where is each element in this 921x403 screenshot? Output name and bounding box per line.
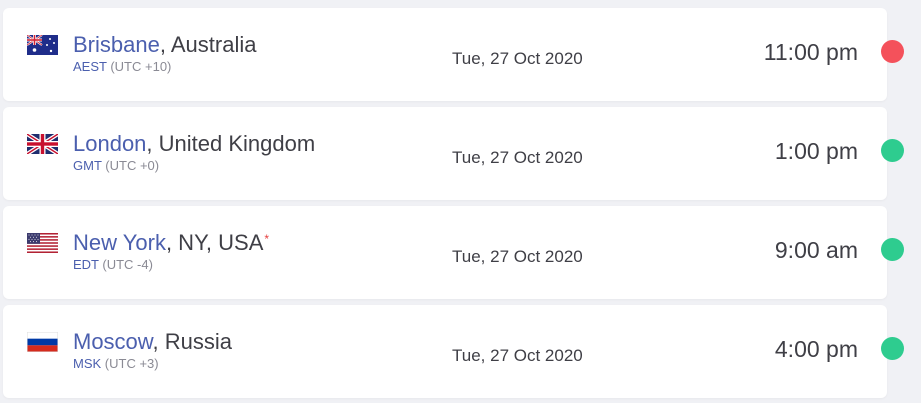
country-label: , Australia: [159, 32, 257, 57]
date-label: Tue, 27 Oct 2020: [452, 247, 583, 266]
country-label: , NY, USA: [165, 230, 264, 255]
time-label: 9:00 am: [774, 237, 858, 263]
date-label: Tue, 27 Oct 2020: [452, 148, 583, 167]
city-name-line: London, United Kingdom: [73, 131, 315, 157]
city-link[interactable]: London: [73, 131, 146, 156]
usa-flag-icon: [27, 233, 58, 253]
timezone-abbr[interactable]: AEST: [73, 59, 107, 74]
city-card-new-york: New York, NY, USA* EDT (UTC -4) Tue, 27 …: [3, 206, 904, 299]
timezone-line: GMT (UTC +0): [73, 158, 159, 173]
utc-offset: (UTC -4): [102, 257, 153, 272]
utc-offset: (UTC +10): [110, 59, 172, 74]
australia-flag-icon: [27, 35, 58, 55]
city-card-moscow: Moscow, Russia MSK (UTC +3) Tue, 27 Oct …: [3, 305, 904, 398]
city-card-brisbane: Brisbane, Australia AEST (UTC +10) Tue, …: [3, 8, 904, 101]
city-link[interactable]: Moscow: [73, 329, 152, 354]
city-name-line: Moscow, Russia: [73, 329, 232, 355]
city-link[interactable]: New York: [73, 230, 166, 255]
dst-asterisk: *: [264, 232, 270, 246]
timezone-line: EDT (UTC -4): [73, 257, 153, 272]
status-dot: [881, 139, 904, 162]
utc-offset: (UTC +0): [105, 158, 160, 173]
country-label: , Russia: [152, 329, 232, 354]
timezone-abbr[interactable]: GMT: [73, 158, 102, 173]
city-name-line: New York, NY, USA*: [73, 230, 269, 256]
timezone-abbr[interactable]: MSK: [73, 356, 101, 371]
timezone-line: MSK (UTC +3): [73, 356, 159, 371]
status-dot: [881, 238, 904, 261]
city-card-london: London, United Kingdom GMT (UTC +0) Tue,…: [3, 107, 904, 200]
time-label: 11:00 pm: [763, 39, 858, 65]
utc-offset: (UTC +3): [104, 356, 159, 371]
timezone-abbr[interactable]: EDT: [73, 257, 99, 272]
russia-flag-icon: [27, 332, 58, 352]
city-name-line: Brisbane, Australia: [73, 32, 256, 58]
status-dot: [881, 40, 904, 63]
country-label: , United Kingdom: [146, 131, 316, 156]
city-link[interactable]: Brisbane: [73, 32, 160, 57]
status-dot: [881, 337, 904, 360]
time-label: 1:00 pm: [774, 138, 858, 164]
date-label: Tue, 27 Oct 2020: [452, 346, 583, 365]
timezone-line: AEST (UTC +10): [73, 59, 171, 74]
time-label: 4:00 pm: [774, 336, 858, 362]
date-label: Tue, 27 Oct 2020: [452, 49, 583, 68]
united-kingdom-flag-icon: [27, 134, 58, 154]
